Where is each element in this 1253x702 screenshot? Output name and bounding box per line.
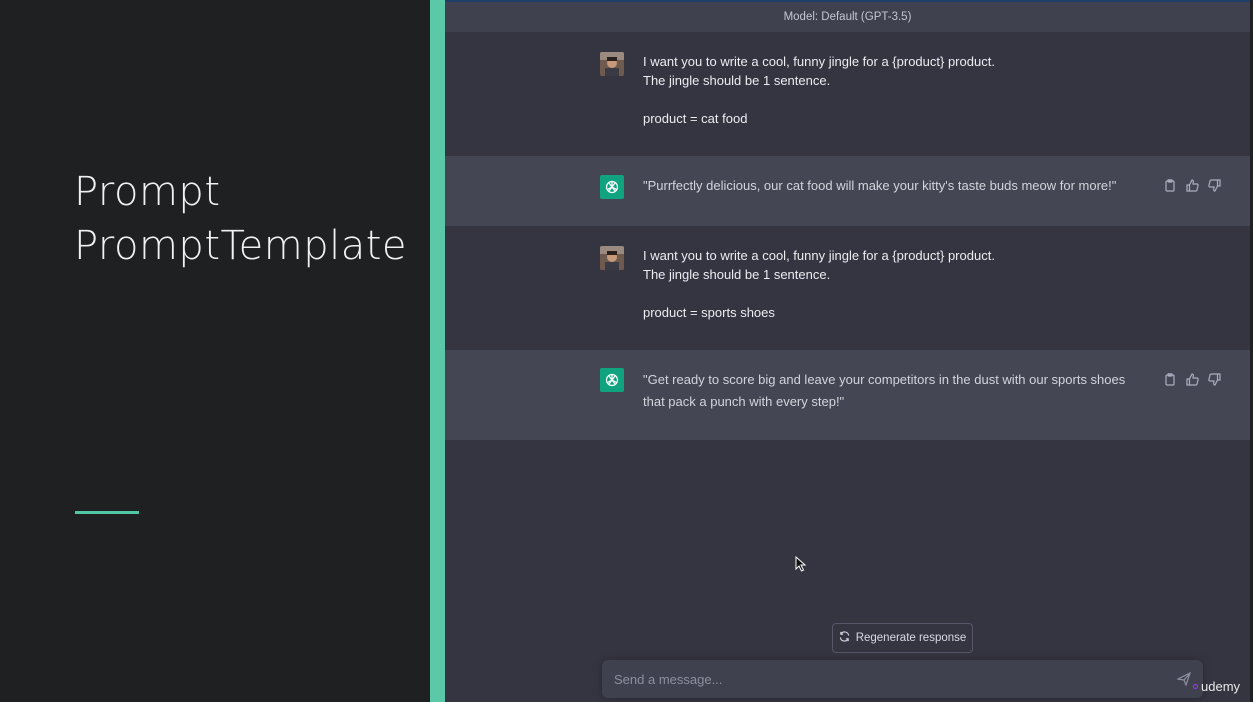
regenerate-button[interactable]: Regenerate response [832,623,973,653]
message-line: The jingle should be 1 sentence. [643,267,831,282]
watermark-text: udemy [1201,679,1241,694]
send-icon[interactable] [1177,672,1191,686]
message-line [643,284,995,303]
user-message: I want you to write a cool, funny jingle… [445,226,1250,350]
regenerate-label: Regenerate response [855,632,967,644]
chat-window: Model: Default (GPT-3.5) I want you to w… [445,0,1253,702]
user-avatar [600,246,624,270]
user-avatar [600,52,624,76]
message-line [643,90,995,109]
message-line: The jingle should be 1 sentence. [643,73,831,88]
message-line: I want you to write a cool, funny jingle… [643,54,995,69]
message-line: I want you to write a cool, funny jingle… [643,248,995,263]
thumbs-down-icon[interactable] [1207,178,1221,192]
thumbs-down-icon[interactable] [1207,372,1221,386]
message-input[interactable] [614,669,1154,689]
udemy-logo-icon [1193,684,1198,689]
assistant-message: "Purrfectly delicious, our cat food will… [445,156,1250,226]
slide-panel: Prompt PromptTemplate [0,0,430,702]
user-message-text: I want you to write a cool, funny jingle… [643,52,995,128]
copy-icon[interactable] [1163,178,1177,192]
assistant-message-text: "Get ready to score big and leave your c… [643,372,1126,409]
slide-underline [75,511,139,514]
slide-title-line-2: PromptTemplate [74,223,408,269]
user-message: I want you to write a cool, funny jingle… [445,32,1250,156]
thumbs-up-icon[interactable] [1185,372,1199,386]
openai-logo-icon [600,368,624,392]
thumbs-up-icon[interactable] [1185,178,1199,192]
message-line: product = sports shoes [643,305,775,320]
accent-bar [430,0,445,702]
udemy-watermark: udemy [1193,679,1240,694]
message-composer [602,660,1203,698]
mouse-cursor [795,556,807,572]
message-actions [1163,178,1221,192]
model-bar: Model: Default (GPT-3.5) [445,2,1250,32]
message-line: product = cat food [643,111,748,126]
openai-logo-icon [600,175,624,199]
slide-title-line-1: Prompt [74,169,221,215]
copy-icon[interactable] [1163,372,1177,386]
user-message-text: I want you to write a cool, funny jingle… [643,246,995,322]
refresh-icon [839,631,850,645]
assistant-message: "Get ready to score big and leave your c… [445,350,1250,440]
message-actions [1163,372,1221,386]
assistant-message-text: "Purrfectly delicious, our cat food will… [643,178,1117,193]
model-label: Model: Default (GPT-3.5) [783,11,912,23]
slide-title: Prompt PromptTemplate [74,165,407,273]
